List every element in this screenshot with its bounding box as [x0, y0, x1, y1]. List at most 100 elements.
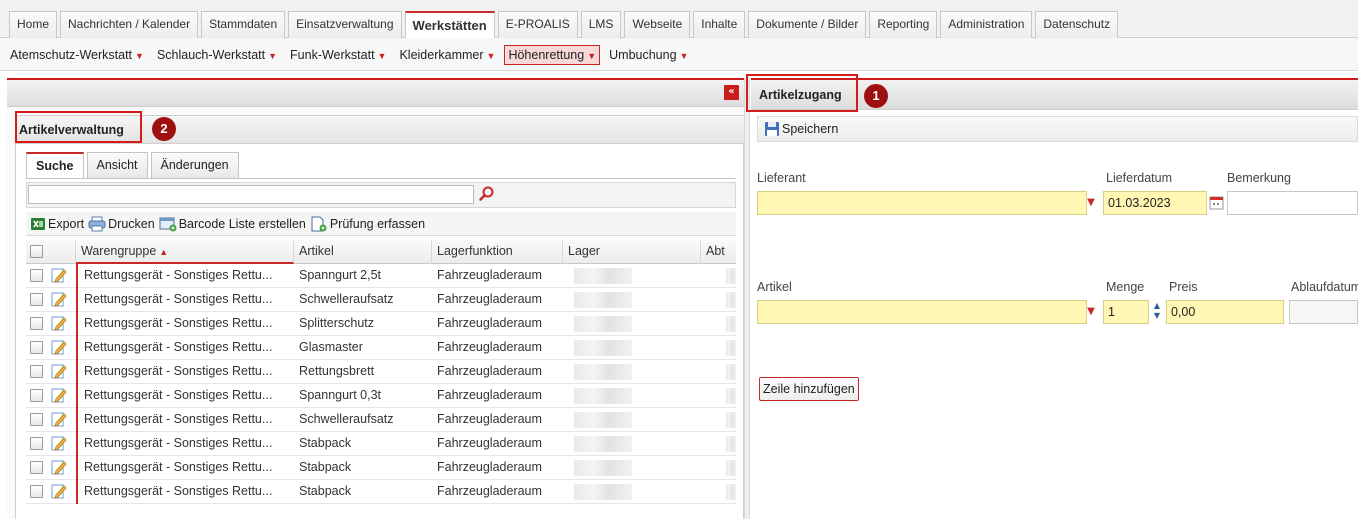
- tab-datenschutz[interactable]: Datenschutz: [1035, 11, 1119, 38]
- printer-icon: [88, 216, 106, 231]
- export-button[interactable]: Export: [30, 216, 84, 232]
- tab-werkstaetten[interactable]: Werkstätten: [404, 11, 495, 39]
- menu-hoehenrettung[interactable]: Höhenrettung ▼: [504, 45, 601, 65]
- artikelverwaltung-tabs: Suche Ansicht Änderungen: [26, 152, 242, 178]
- save-button[interactable]: Speichern: [764, 121, 838, 137]
- tab-ansicht[interactable]: Ansicht: [86, 152, 148, 178]
- menu-atemschutz-werkstatt[interactable]: Atemschutz-Werkstatt ▼: [6, 45, 148, 65]
- edit-pencil-icon[interactable]: [51, 387, 67, 403]
- row-checkbox[interactable]: [30, 293, 43, 306]
- column-header-warengruppe[interactable]: Warengruppe ▲: [76, 240, 294, 264]
- chevron-down-icon[interactable]: ▼: [1083, 192, 1099, 214]
- callout-badge-2: 2: [152, 117, 176, 141]
- row-checkbox[interactable]: [30, 317, 43, 330]
- edit-pencil-icon[interactable]: [51, 435, 67, 451]
- row-checkbox[interactable]: [30, 461, 43, 474]
- select-all-checkbox[interactable]: [30, 245, 43, 258]
- table-row[interactable]: Rettungsgerät - Sonstiges Rettu... Rettun…: [26, 360, 736, 384]
- search-input[interactable]: [28, 185, 474, 204]
- table-row[interactable]: Rettungsgerät - Sonstiges Rettu... Stabpa…: [26, 432, 736, 456]
- edit-pencil-icon[interactable]: [51, 339, 67, 355]
- sub-menu-bar: Atemschutz-Werkstatt ▼ Schlauch-Werkstatt…: [0, 38, 1358, 71]
- menu-funk-werkstatt[interactable]: Funk-Werkstatt ▼: [286, 45, 390, 65]
- row-marker: [76, 432, 78, 456]
- spinner-arrows-icon[interactable]: ▲ ▼: [1149, 301, 1165, 323]
- double-chevron-left-icon[interactable]: «: [724, 85, 739, 100]
- tab-nachrichten-kalender[interactable]: Nachrichten / Kalender: [60, 11, 199, 38]
- preis-field[interactable]: 0,00: [1166, 300, 1284, 324]
- edit-pencil-icon[interactable]: [51, 267, 67, 283]
- export-label: Export: [48, 216, 85, 231]
- table-row[interactable]: Rettungsgerät - Sonstiges Rettu... Spanng…: [26, 384, 736, 408]
- cell-warengruppe: Rettungsgerät - Sonstiges Rettu...: [84, 364, 273, 378]
- menge-field[interactable]: 1: [1103, 300, 1149, 324]
- tab-administration[interactable]: Administration: [940, 11, 1033, 38]
- table-row[interactable]: Rettungsgerät - Sonstiges Rettu... Schwel…: [26, 288, 736, 312]
- tab-webseite[interactable]: Webseite: [624, 11, 691, 38]
- print-button[interactable]: Drucken: [88, 216, 155, 232]
- cell-artikel: Schwelleraufsatz: [299, 412, 394, 426]
- edit-pencil-icon[interactable]: [51, 411, 67, 427]
- print-label: Drucken: [108, 216, 155, 231]
- row-checkbox[interactable]: [30, 389, 43, 402]
- tab-home[interactable]: Home: [9, 11, 58, 38]
- chevron-down-icon[interactable]: ▼: [1083, 301, 1099, 323]
- row-checkbox[interactable]: [30, 341, 43, 354]
- column-header-abt[interactable]: Abt: [701, 240, 736, 264]
- calendar-icon[interactable]: [1209, 194, 1225, 212]
- tab-lms[interactable]: LMS: [580, 11, 622, 38]
- app-window: Home Nachrichten / Kalender Stammdaten E…: [0, 0, 1358, 519]
- add-row-button[interactable]: Zeile hinzufügen: [759, 377, 859, 401]
- row-checkbox[interactable]: [30, 413, 43, 426]
- grid-toolbar: Export Drucken Barcode Liste erstellen P…: [26, 212, 736, 236]
- tab-stammdaten[interactable]: Stammdaten: [201, 11, 286, 38]
- tab-e-proalis[interactable]: E-PROALIS: [497, 11, 578, 38]
- table-row[interactable]: Rettungsgerät - Sonstiges Rettu... Splitt…: [26, 312, 736, 336]
- ablaufdatum-field[interactable]: [1289, 300, 1358, 324]
- cell-artikel: Schwelleraufsatz: [299, 292, 394, 306]
- bemerkung-field[interactable]: [1227, 191, 1358, 215]
- edit-pencil-icon[interactable]: [51, 363, 67, 379]
- artikel-field[interactable]: [757, 300, 1087, 324]
- menu-kleiderkammer[interactable]: Kleiderkammer ▼: [395, 45, 499, 65]
- barcode-list-button[interactable]: Barcode Liste erstellen: [159, 216, 306, 232]
- column-header-lagerfunktion[interactable]: Lagerfunktion: [432, 240, 563, 264]
- table-row[interactable]: Rettungsgerät - Sonstiges Rettu... Glasma…: [26, 336, 736, 360]
- tab-reporting[interactable]: Reporting: [869, 11, 938, 38]
- cell-artikel: Spanngurt 0,3t: [299, 388, 382, 402]
- table-row[interactable]: Rettungsgerät - Sonstiges Rettu... Stabpa…: [26, 480, 736, 504]
- tab-suche[interactable]: Suche: [26, 152, 84, 178]
- edit-pencil-icon[interactable]: [51, 483, 67, 499]
- table-row[interactable]: Rettungsgerät - Sonstiges Rettu... Spanng…: [26, 264, 736, 288]
- edit-pencil-icon[interactable]: [51, 315, 67, 331]
- caret-down-icon: ▼: [587, 51, 597, 61]
- magnifier-icon[interactable]: [478, 185, 496, 203]
- redacted-abt: [726, 388, 736, 404]
- table-row[interactable]: Rettungsgerät - Sonstiges Rettu... Stabpa…: [26, 456, 736, 480]
- row-checkbox[interactable]: [30, 485, 43, 498]
- cell-lagerfunktion: Fahrzeugladeraum: [437, 364, 542, 378]
- column-header-artikel[interactable]: Artikel: [294, 240, 432, 264]
- tab-dokumente-bilder[interactable]: Dokumente / Bilder: [748, 11, 867, 38]
- lieferant-field[interactable]: [757, 191, 1087, 215]
- redacted-abt: [726, 484, 736, 500]
- redacted-lager: [574, 316, 632, 332]
- edit-pencil-icon[interactable]: [51, 459, 67, 475]
- cell-warengruppe: Rettungsgerät - Sonstiges Rettu...: [84, 340, 273, 354]
- lieferdatum-field[interactable]: 01.03.2023: [1103, 191, 1207, 215]
- tab-einsatzverwaltung[interactable]: Einsatzverwaltung: [288, 11, 402, 38]
- tab-inhalte[interactable]: Inhalte: [693, 11, 746, 38]
- row-checkbox[interactable]: [30, 269, 43, 282]
- edit-pencil-icon[interactable]: [51, 291, 67, 307]
- row-marker: [76, 288, 78, 312]
- row-checkbox[interactable]: [30, 365, 43, 378]
- redacted-abt: [726, 340, 736, 356]
- tab-aenderungen[interactable]: Änderungen: [150, 152, 239, 178]
- table-row[interactable]: Rettungsgerät - Sonstiges Rettu... Schwel…: [26, 408, 736, 432]
- pruefung-erfassen-button[interactable]: Prüfung erfassen: [310, 216, 425, 232]
- menu-umbuchung[interactable]: Umbuchung ▼: [605, 45, 692, 65]
- column-header-lager[interactable]: Lager: [563, 240, 701, 264]
- panel-splitter[interactable]: [744, 78, 750, 519]
- row-checkbox[interactable]: [30, 437, 43, 450]
- menu-schlauch-werkstatt[interactable]: Schlauch-Werkstatt ▼: [153, 45, 281, 65]
